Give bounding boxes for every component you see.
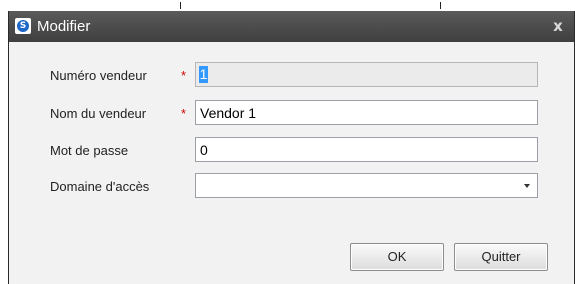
background-strip bbox=[0, 0, 575, 11]
vendor-number-label: Numéro vendeur bbox=[50, 68, 147, 83]
vendor-number-field[interactable] bbox=[195, 62, 538, 87]
vendor-name-label: Nom du vendeur bbox=[50, 106, 147, 121]
vendor-name-input[interactable] bbox=[195, 100, 538, 125]
required-marker: * bbox=[181, 68, 187, 83]
chevron-down-icon bbox=[524, 184, 530, 188]
app-logo-icon: S bbox=[15, 18, 31, 34]
background-tick bbox=[180, 2, 181, 9]
dialog-title: Modifier bbox=[37, 18, 91, 35]
quit-button[interactable]: Quitter bbox=[454, 243, 548, 271]
password-label: Mot de passe bbox=[50, 143, 129, 158]
dialog-titlebar[interactable]: S Modifier x bbox=[9, 11, 574, 42]
ok-button[interactable]: OK bbox=[350, 243, 444, 271]
access-domain-select[interactable] bbox=[195, 173, 538, 198]
background-tick bbox=[440, 2, 441, 9]
vendor-number-value: 1 bbox=[199, 66, 208, 83]
password-input[interactable] bbox=[195, 137, 538, 162]
close-button[interactable]: x bbox=[550, 16, 566, 36]
modifier-dialog: S Modifier x Numéro vendeur * 1 Nom du v… bbox=[8, 11, 575, 284]
access-domain-label: Domaine d'accès bbox=[50, 179, 150, 194]
required-marker: * bbox=[181, 106, 187, 121]
